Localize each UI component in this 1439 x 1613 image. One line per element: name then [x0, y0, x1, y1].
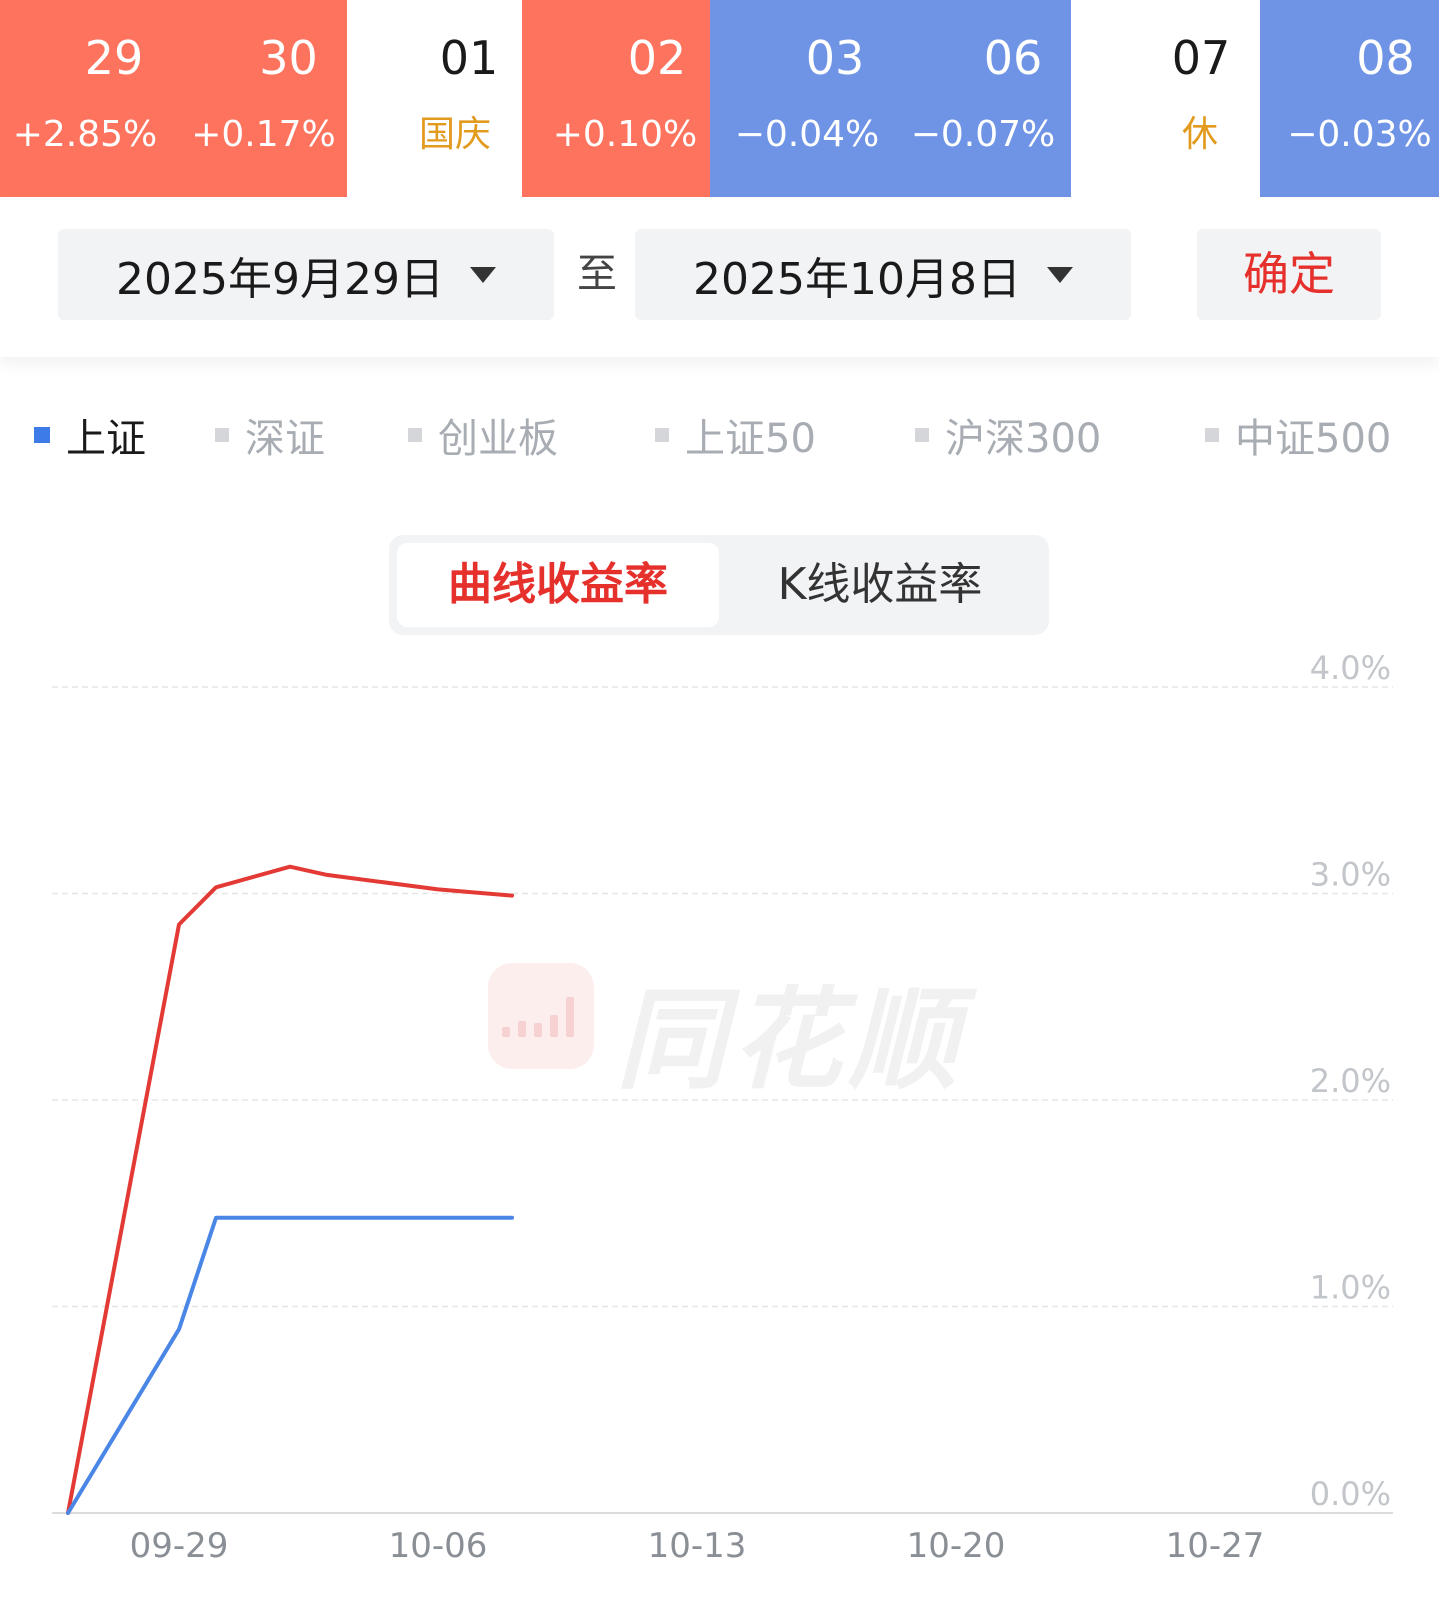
- index-label: 上证: [66, 416, 146, 462]
- index-tab-csi300[interactable]: 沪深300: [915, 405, 1101, 465]
- chevron-down-icon: [1046, 266, 1073, 283]
- y-tick-label: 3.0%: [1310, 856, 1391, 894]
- index-tab-sse[interactable]: 上证: [34, 405, 146, 465]
- calendar-strip: 29 +2.85% 30 +0.17% 01 国庆 02 +0.10% 03 −…: [0, 0, 1439, 197]
- end-date-value: 2025年10月8日: [693, 253, 1021, 305]
- day-change: −0.04%: [734, 114, 880, 155]
- start-date-value: 2025年9月29日: [116, 253, 444, 305]
- day-number: 03: [805, 31, 865, 85]
- holiday-label: 国庆: [418, 114, 491, 155]
- day-change: +0.17%: [191, 114, 336, 155]
- index-label: 深证: [245, 416, 325, 462]
- y-tick-label: 1.0%: [1310, 1269, 1391, 1307]
- y-axis-labels: 0.0% 1.0% 2.0% 3.0% 4.0%: [1310, 649, 1391, 1513]
- calendar-day-07[interactable]: 07 休: [1150, 0, 1250, 197]
- day-number: 07: [1171, 31, 1231, 85]
- tab-kline-return[interactable]: K线收益率: [719, 543, 1041, 627]
- x-tick-label: 10-13: [648, 1526, 747, 1566]
- calendar-day-29[interactable]: 29 +2.85%: [0, 0, 170, 197]
- date-range-bar: 2025年9月29日 至 2025年10月8日 确定: [0, 197, 1439, 357]
- x-tick-label: 10-06: [389, 1526, 488, 1566]
- y-tick-label: 4.0%: [1310, 649, 1391, 687]
- index-selector: 上证 深证 创业板 上证50 沪深300 中证500: [0, 405, 1439, 465]
- day-number: 29: [84, 31, 144, 85]
- rest-label: 休: [1181, 114, 1218, 155]
- tab-curve-return[interactable]: 曲线收益率: [397, 543, 719, 627]
- legend-square-icon: [408, 428, 422, 442]
- series-line-1: [66, 1215, 514, 1515]
- day-number: 30: [259, 31, 318, 85]
- calendar-day-02[interactable]: 02 +0.10%: [540, 0, 710, 197]
- legend-square-icon: [1205, 428, 1219, 442]
- y-tick-label: 2.0%: [1310, 1062, 1391, 1100]
- day-number: 08: [1356, 31, 1415, 85]
- day-number: 02: [627, 31, 687, 85]
- confirm-button[interactable]: 确定: [1197, 229, 1381, 320]
- series-line-0: [66, 864, 514, 1515]
- index-tab-csi500[interactable]: 中证500: [1205, 405, 1391, 465]
- index-label: 创业板: [438, 416, 558, 462]
- index-tab-chinext[interactable]: 创业板: [408, 405, 558, 465]
- chevron-down-icon: [469, 266, 496, 283]
- index-tab-szse[interactable]: 深证: [215, 405, 325, 465]
- day-number: 06: [983, 31, 1043, 85]
- legend-square-icon: [915, 428, 929, 442]
- x-axis-labels: 09-29 10-06 10-13 10-20 10-27: [130, 1526, 1265, 1566]
- index-tab-sse50[interactable]: 上证50: [655, 405, 816, 465]
- x-tick-label: 09-29: [130, 1526, 229, 1566]
- range-separator: 至: [577, 251, 617, 297]
- chart-mode-toggle: 曲线收益率 K线收益率: [389, 535, 1049, 635]
- index-label: 中证500: [1235, 416, 1392, 462]
- end-date-picker[interactable]: 2025年10月8日: [635, 229, 1131, 320]
- index-label: 上证50: [685, 416, 816, 462]
- x-tick-label: 10-27: [1166, 1526, 1265, 1566]
- calendar-day-08[interactable]: 08 −0.03%: [1280, 0, 1439, 197]
- day-change: +2.85%: [12, 114, 158, 155]
- chart-grid: [52, 686, 1393, 1514]
- index-label: 沪深300: [945, 416, 1102, 462]
- day-number: 01: [439, 31, 499, 85]
- chart-series: [66, 864, 514, 1515]
- legend-square-icon: [34, 427, 50, 443]
- day-change: −0.03%: [1287, 114, 1432, 155]
- calendar-day-01[interactable]: 01 国庆: [400, 0, 510, 197]
- legend-square-icon: [215, 428, 229, 442]
- x-tick-label: 10-20: [907, 1526, 1006, 1566]
- return-chart: 0.0% 1.0% 2.0% 3.0% 4.0% 09-29 10-06 10-13 10-2…: [52, 649, 1393, 1566]
- start-date-picker[interactable]: 2025年9月29日: [58, 229, 554, 320]
- y-tick-label: 0.0%: [1310, 1475, 1391, 1513]
- day-change: +0.10%: [552, 114, 698, 155]
- calendar-day-06[interactable]: 06 −0.07%: [895, 0, 1071, 197]
- day-change: −0.07%: [910, 114, 1056, 155]
- calendar-day-03[interactable]: 03 −0.04%: [722, 0, 892, 197]
- legend-square-icon: [655, 428, 669, 442]
- calendar-day-30[interactable]: 30 +0.17%: [180, 0, 347, 197]
